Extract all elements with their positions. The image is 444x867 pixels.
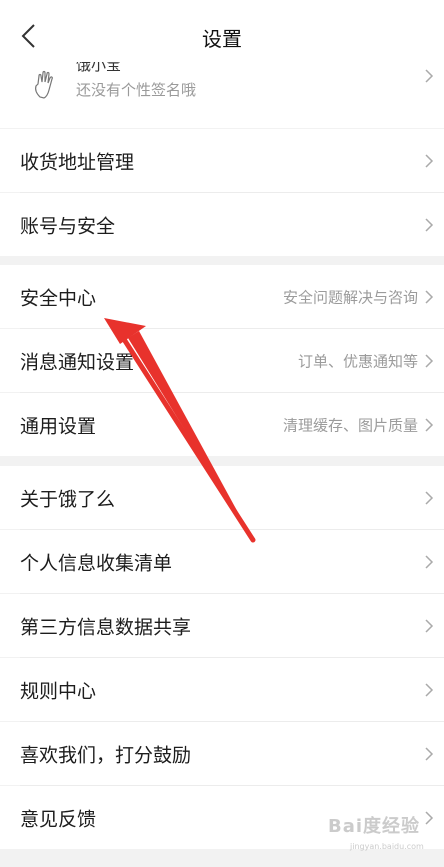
settings-row-general[interactable]: 通用设置 清理缓存、图片质量 xyxy=(0,393,444,456)
settings-row-third-party[interactable]: 第三方信息数据共享 xyxy=(0,594,444,657)
chevron-right-icon xyxy=(425,747,434,761)
chevron-right-icon xyxy=(425,154,434,168)
settings-row-notifications[interactable]: 消息通知设置 订单、优惠通知等 xyxy=(0,329,444,392)
row-label: 个人信息收集清单 xyxy=(20,552,173,574)
row-label: 账号与安全 xyxy=(20,215,116,237)
row-label: 喜欢我们，打分鼓励 xyxy=(20,744,192,766)
row-subtext: 安全问题解决与咨询 xyxy=(282,288,418,306)
row-label: 关于饿了么 xyxy=(20,488,116,510)
settings-row-personal-info[interactable]: 个人信息收集清单 xyxy=(0,530,444,593)
row-label: 规则中心 xyxy=(20,680,97,702)
profile-card[interactable]: 饿小宝 还没有个性签名哦 xyxy=(0,62,444,128)
row-label: 第三方信息数据共享 xyxy=(20,616,192,638)
settings-row-rate-us[interactable]: 喜欢我们，打分鼓励 xyxy=(0,722,444,785)
chevron-right-icon xyxy=(425,555,434,569)
settings-row-about[interactable]: 关于饿了么 xyxy=(0,466,444,529)
row-label: 安全中心 xyxy=(20,287,97,309)
chevron-right-icon xyxy=(425,290,434,304)
chevron-right-icon xyxy=(425,491,434,505)
chevron-right-icon xyxy=(425,218,434,232)
chevron-right-icon xyxy=(425,418,434,432)
chevron-right-icon xyxy=(425,619,434,633)
page-title: 设置 xyxy=(202,27,242,51)
profile-name: 饿小宝 xyxy=(76,62,122,72)
settings-row-address[interactable]: 收货地址管理 xyxy=(0,129,444,192)
watermark-text: Bai度经验 xyxy=(328,816,421,837)
chevron-right-icon xyxy=(425,354,434,368)
settings-row-account[interactable]: 账号与安全 xyxy=(0,193,444,256)
hand-icon xyxy=(35,70,53,99)
chevron-right-icon xyxy=(425,683,434,697)
top-bar: 设置 xyxy=(0,0,444,70)
row-subtext: 清理缓存、图片质量 xyxy=(282,416,418,434)
row-label: 消息通知设置 xyxy=(20,351,135,373)
row-label: 收货地址管理 xyxy=(20,151,135,173)
chevron-right-icon xyxy=(425,69,434,83)
watermark-subtext: jingyan.baidu.com xyxy=(350,842,424,851)
watermark-logo: Bai度经验 jingyan.baidu.com xyxy=(328,812,438,860)
row-label: 意见反馈 xyxy=(20,808,97,830)
row-subtext: 订单、优惠通知等 xyxy=(297,352,418,370)
profile-signature: 还没有个性签名哦 xyxy=(76,81,197,99)
row-label: 通用设置 xyxy=(20,415,97,437)
settings-row-rules[interactable]: 规则中心 xyxy=(0,658,444,721)
settings-row-security-center[interactable]: 安全中心 安全问题解决与咨询 xyxy=(0,265,444,328)
